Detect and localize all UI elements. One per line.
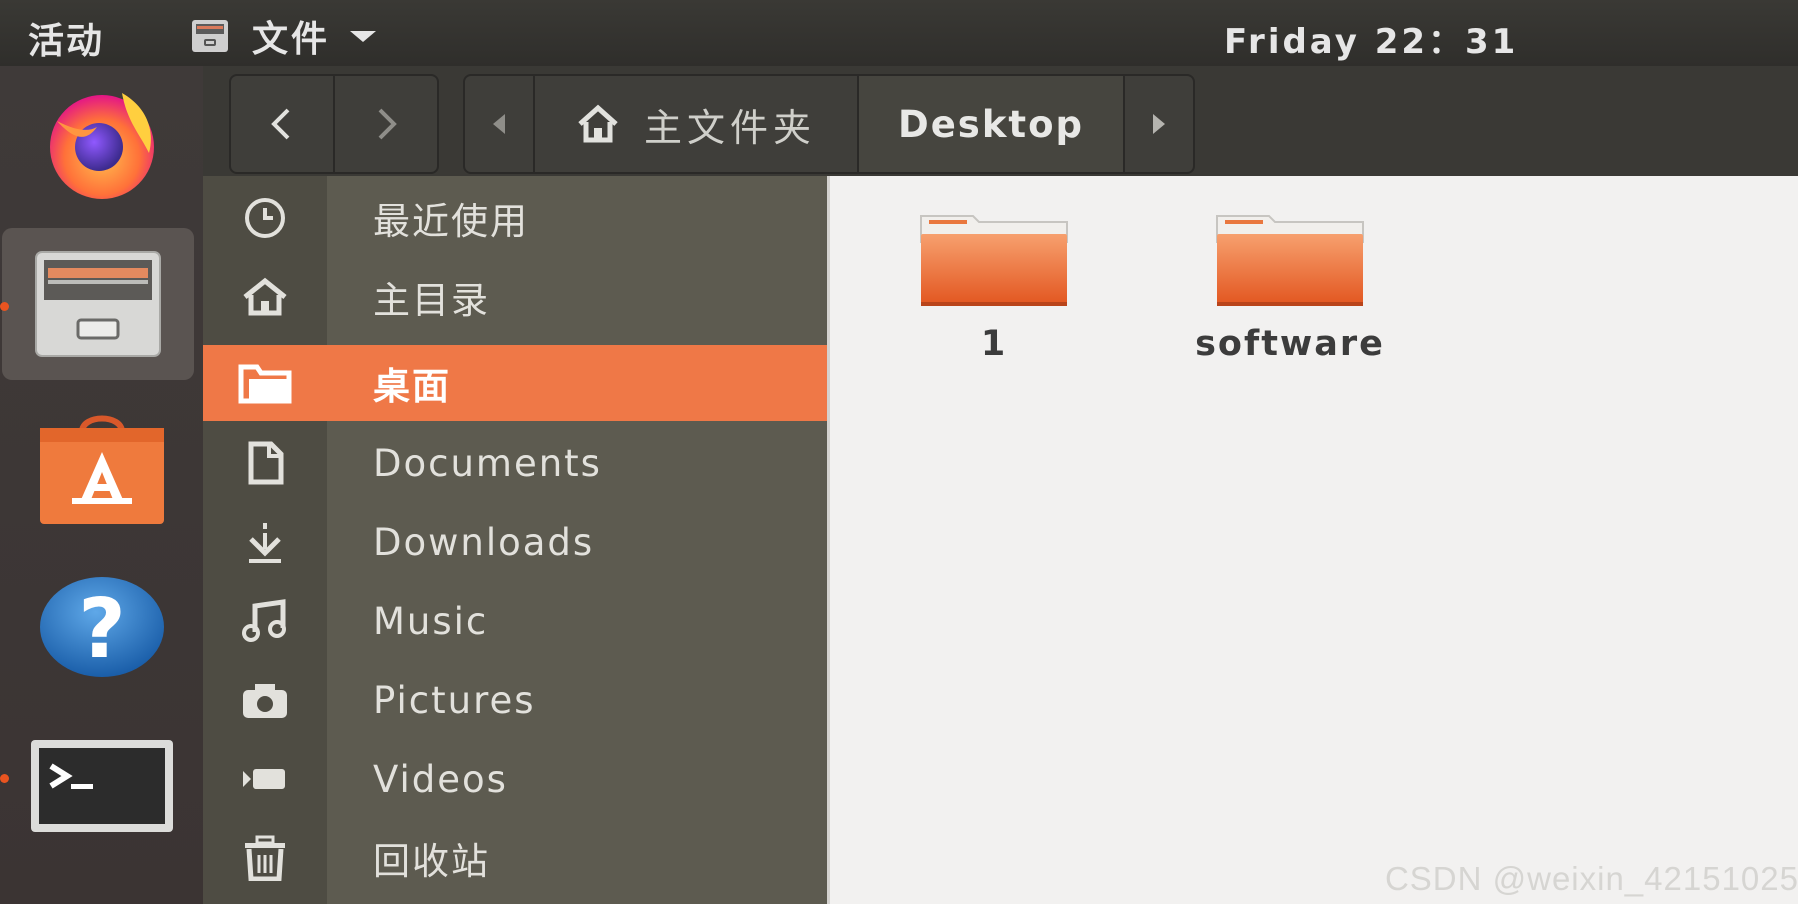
sidebar-item-recent[interactable]: 最近使用: [203, 180, 827, 256]
sidebar-item-videos[interactable]: Videos: [203, 741, 827, 817]
document-icon: [203, 440, 327, 486]
sidebar-item-label: 主目录: [373, 279, 490, 322]
header-bar: 主文件夹 Desktop: [203, 66, 1798, 177]
app-menu-label: 文件: [252, 19, 331, 60]
chevron-down-icon: [350, 30, 377, 42]
sidebar-item-trash[interactable]: 回收站: [203, 820, 827, 896]
path-scroll-right-button[interactable]: [1123, 76, 1193, 172]
sidebar-item-documents[interactable]: Documents: [203, 425, 827, 501]
sidebar-item-pictures[interactable]: Pictures: [203, 662, 827, 738]
path-item-home[interactable]: 主文件夹: [533, 76, 857, 172]
navigation-buttons: [229, 74, 439, 174]
folder-item[interactable]: 1: [874, 214, 1114, 364]
path-item-label: 主文件夹: [643, 105, 816, 150]
terminal-icon: [30, 740, 173, 832]
clock-icon: [203, 196, 327, 240]
back-button[interactable]: [231, 76, 333, 172]
file-cabinet-icon: [35, 251, 161, 357]
download-icon: [203, 519, 327, 565]
running-indicator: [0, 774, 9, 783]
help-icon: ?: [39, 577, 164, 677]
path-item-label: Desktop: [897, 102, 1085, 146]
sidebar-item-desktop[interactable]: 桌面: [203, 345, 827, 421]
trash-icon: [203, 835, 327, 881]
folder-icon: [920, 215, 1068, 306]
home-icon: [203, 275, 327, 319]
dock-item-files[interactable]: [2, 228, 194, 380]
activities-button[interactable]: 活动: [28, 12, 104, 64]
sidebar-item-label: 回收站: [373, 840, 490, 883]
folder-item[interactable]: software: [1170, 214, 1410, 364]
sidebar-item-label: Music: [373, 599, 489, 643]
svg-text:?: ?: [78, 582, 126, 677]
folder-name: software: [1195, 324, 1385, 364]
sidebar-item-label: Pictures: [373, 678, 536, 722]
folder-icon: [203, 361, 327, 405]
triangle-left-icon: [493, 114, 505, 134]
folder-icon: [1216, 215, 1364, 306]
watermark: CSDN @weixin_42151025: [1384, 860, 1798, 897]
software-bag-icon: [39, 415, 164, 524]
app-menu[interactable]: 文件: [190, 10, 377, 62]
sidebar-item-label: Downloads: [373, 520, 595, 564]
forward-button[interactable]: [333, 76, 437, 172]
music-icon: [203, 598, 327, 644]
sidebar-item-music[interactable]: Music: [203, 583, 827, 659]
dock-item-firefox[interactable]: [0, 76, 203, 206]
triangle-right-icon: [1153, 114, 1165, 134]
file-view[interactable]: 1 software CSDN @weixin_42151025: [827, 176, 1798, 904]
sidebar-item-label: 最近使用: [373, 200, 529, 243]
firefox-icon: [49, 93, 154, 199]
dock: ?: [0, 66, 203, 904]
running-indicator: [0, 302, 9, 311]
dock-item-help[interactable]: ?: [0, 556, 203, 696]
clock[interactable]: Friday 22：31: [1224, 14, 1518, 63]
camera-icon: [203, 678, 327, 722]
places-sidebar: 最近使用 主目录 桌面 Documents Downloads Music Pi…: [203, 176, 827, 904]
top-bar: 活动 文件 Friday 22：31: [0, 0, 1798, 66]
dock-item-software[interactable]: [0, 396, 203, 536]
video-icon: [203, 757, 327, 801]
sidebar-item-downloads[interactable]: Downloads: [203, 504, 827, 580]
chevron-right-icon: [378, 108, 397, 140]
path-scroll-left-button[interactable]: [465, 76, 533, 172]
path-bar: 主文件夹 Desktop: [463, 74, 1195, 174]
sidebar-item-label: Documents: [373, 441, 602, 485]
path-item-desktop[interactable]: Desktop: [857, 76, 1123, 172]
folder-name: 1: [980, 324, 1008, 364]
sidebar-item-label: 桌面: [373, 365, 451, 408]
sidebar-item-home[interactable]: 主目录: [203, 259, 827, 335]
file-cabinet-icon: [192, 20, 228, 52]
dock-item-terminal[interactable]: [0, 716, 203, 856]
chevron-left-icon: [271, 108, 290, 140]
home-icon: [578, 104, 618, 143]
sidebar-item-label: Videos: [373, 757, 508, 801]
